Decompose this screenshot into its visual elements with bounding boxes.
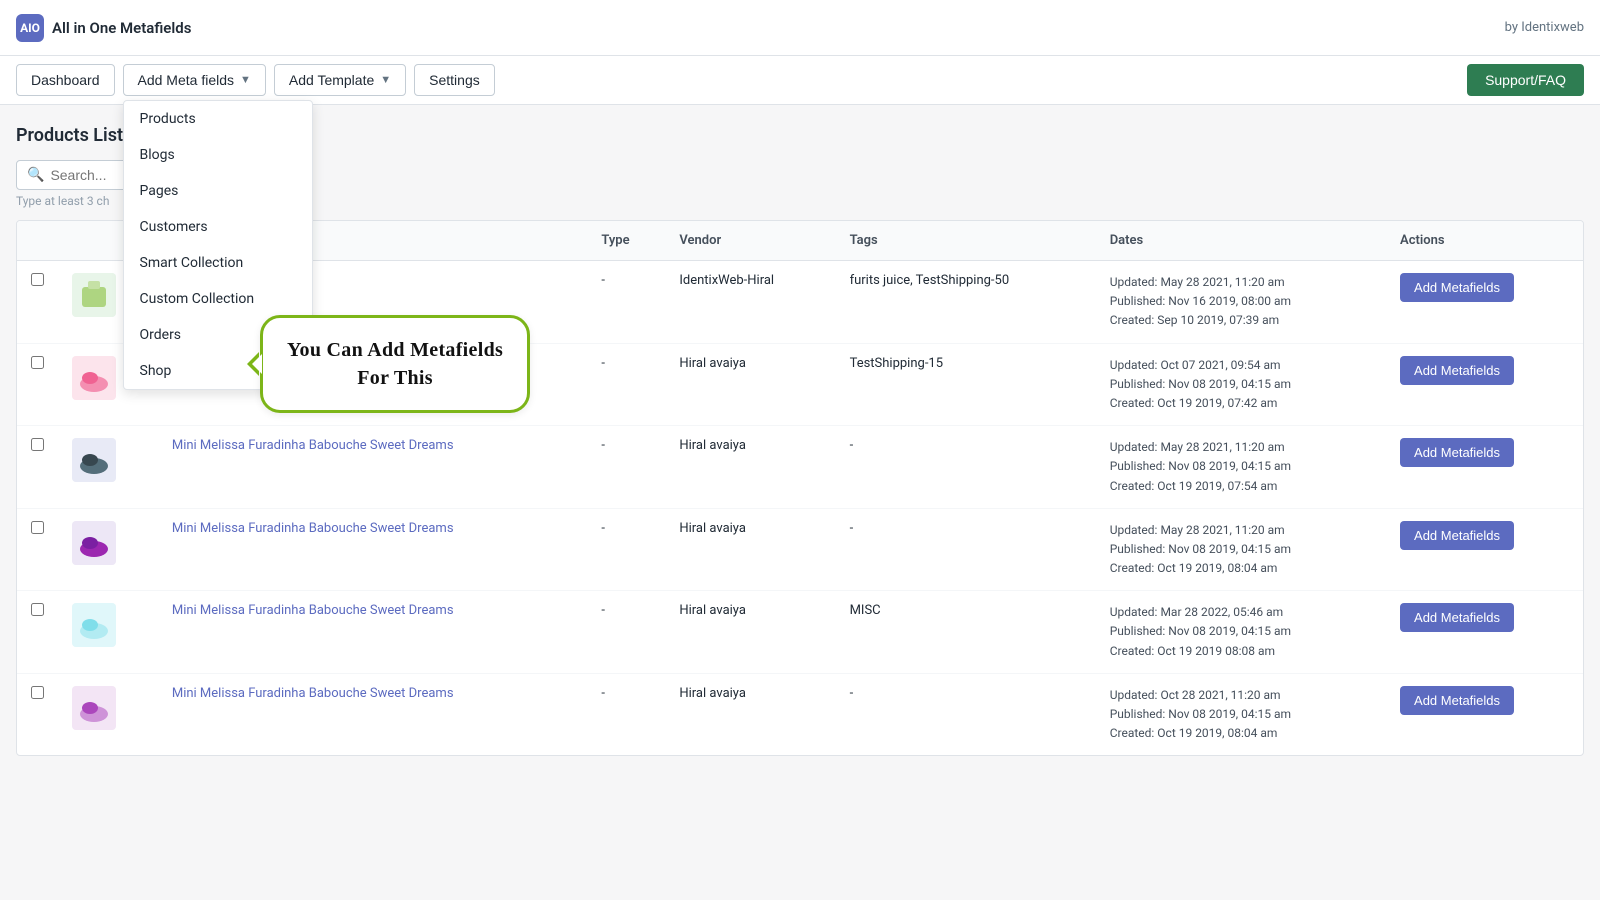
row-dates-cell: Updated: Oct 07 2021, 09:54 amPublished:…: [1096, 343, 1386, 426]
top-bar: AIO All in One Metafields by Identixweb: [0, 0, 1600, 56]
table-row: Mini Melissa Furadinha Babouche Sweet Dr…: [17, 591, 1583, 674]
table-row: Mini Melissa Furadinha Babouche Sweet Dr…: [17, 426, 1583, 509]
product-thumbnail: [72, 603, 116, 647]
row-thumb-cell: [58, 673, 158, 755]
row-type-cell: -: [587, 591, 665, 674]
add-meta-dropdown[interactable]: Add Meta fields ▼ Products Blogs Pages C…: [123, 64, 266, 96]
row-dates-cell: Updated: May 28 2021, 11:20 amPublished:…: [1096, 261, 1386, 344]
add-metafields-button[interactable]: Add Metafields: [1400, 438, 1514, 467]
row-checkbox[interactable]: [31, 603, 44, 616]
add-metafields-button[interactable]: Add Metafields: [1400, 521, 1514, 550]
product-thumbnail: [72, 686, 116, 730]
product-title-link[interactable]: Mini Melissa Furadinha Babouche Sweet Dr…: [172, 438, 454, 453]
menu-item-smart-collection[interactable]: Smart Collection: [124, 245, 312, 281]
product-title-link[interactable]: Mini Melissa Furadinha Babouche Sweet Dr…: [172, 686, 454, 701]
menu-item-custom-collection[interactable]: Custom Collection: [124, 281, 312, 317]
row-action-cell: Add Metafields: [1386, 261, 1583, 344]
row-type-cell: -: [587, 426, 665, 509]
settings-button[interactable]: Settings: [414, 64, 495, 96]
search-icon: 🔍: [27, 167, 44, 183]
row-checkbox[interactable]: [31, 356, 44, 369]
row-tags-cell: TestShipping-15: [836, 343, 1096, 426]
add-metafields-button[interactable]: Add Metafields: [1400, 273, 1514, 302]
row-title-cell: Mini Melissa Furadinha Babouche Sweet Dr…: [158, 508, 587, 591]
row-tags-cell: MISC: [836, 591, 1096, 674]
row-checkbox[interactable]: [31, 438, 44, 451]
row-title-cell: Mini Melissa Furadinha Babouche Sweet Dr…: [158, 673, 587, 755]
callout-text: You Can Add MetafieldsFor This: [287, 339, 503, 389]
row-tags-cell: -: [836, 426, 1096, 509]
chevron-down-icon: ▼: [380, 74, 391, 86]
menu-item-blogs[interactable]: Blogs: [124, 137, 312, 173]
row-title-cell: Mini Melissa Furadinha Babouche Sweet Dr…: [158, 426, 587, 509]
dashboard-button[interactable]: Dashboard: [16, 64, 115, 96]
add-metafields-button[interactable]: Add Metafields: [1400, 603, 1514, 632]
app-logo-text: All in One Metafields: [52, 19, 191, 37]
menu-item-products[interactable]: Products: [124, 101, 312, 137]
row-tags-cell: furits juice, TestShipping-50: [836, 261, 1096, 344]
row-title-cell: Mini Melissa Furadinha Babouche Sweet Dr…: [158, 591, 587, 674]
product-title-link[interactable]: Mini Melissa Furadinha Babouche Sweet Dr…: [172, 521, 454, 536]
product-thumbnail: [72, 438, 116, 482]
col-vendor: Vendor: [665, 221, 835, 261]
table-row: Mini Melissa Furadinha Babouche Sweet Dr…: [17, 673, 1583, 755]
chevron-down-icon: ▼: [240, 74, 251, 86]
row-dates-cell: Updated: May 28 2021, 11:20 amPublished:…: [1096, 508, 1386, 591]
menu-item-customers[interactable]: Customers: [124, 209, 312, 245]
row-checkbox-cell: [17, 343, 58, 426]
product-thumbnail: [72, 521, 116, 565]
by-label: by Identixweb: [1505, 20, 1584, 35]
row-checkbox-cell: [17, 508, 58, 591]
row-thumb-cell: [58, 426, 158, 509]
col-dates: Dates: [1096, 221, 1386, 261]
row-checkbox[interactable]: [31, 521, 44, 534]
row-dates-cell: Updated: May 28 2021, 11:20 amPublished:…: [1096, 426, 1386, 509]
row-vendor-cell: Hiral avaiya: [665, 508, 835, 591]
col-tags: Tags: [836, 221, 1096, 261]
row-checkbox[interactable]: [31, 686, 44, 699]
row-action-cell: Add Metafields: [1386, 591, 1583, 674]
row-tags-cell: -: [836, 508, 1096, 591]
callout-tooltip: You Can Add MetafieldsFor This: [260, 315, 530, 413]
row-action-cell: Add Metafields: [1386, 426, 1583, 509]
add-metafields-button[interactable]: Add Metafields: [1400, 356, 1514, 385]
row-vendor-cell: Hiral avaiya: [665, 426, 835, 509]
row-thumb-cell: [58, 591, 158, 674]
product-thumbnail: [72, 356, 116, 400]
app-logo: AIO All in One Metafields: [16, 14, 191, 42]
add-template-button[interactable]: Add Template ▼: [274, 64, 406, 96]
table-row: Mini Melissa Furadinha Babouche Sweet Dr…: [17, 508, 1583, 591]
row-thumb-cell: [58, 508, 158, 591]
row-action-cell: Add Metafields: [1386, 508, 1583, 591]
row-type-cell: -: [587, 508, 665, 591]
row-checkbox-cell: [17, 673, 58, 755]
row-action-cell: Add Metafields: [1386, 343, 1583, 426]
row-checkbox-cell: [17, 426, 58, 509]
add-metafields-button[interactable]: Add Metafields: [1400, 686, 1514, 715]
row-action-cell: Add Metafields: [1386, 673, 1583, 755]
row-type-cell: -: [587, 673, 665, 755]
row-tags-cell: -: [836, 673, 1096, 755]
row-vendor-cell: Hiral avaiya: [665, 343, 835, 426]
row-dates-cell: Updated: Mar 28 2022, 05:46 amPublished:…: [1096, 591, 1386, 674]
row-vendor-cell: Hiral avaiya: [665, 673, 835, 755]
support-button[interactable]: Support/FAQ: [1467, 64, 1584, 96]
row-vendor-cell: Hiral avaiya: [665, 591, 835, 674]
add-meta-button[interactable]: Add Meta fields ▼: [123, 64, 266, 96]
col-type: Type: [587, 221, 665, 261]
row-checkbox-cell: [17, 591, 58, 674]
col-actions: Actions: [1386, 221, 1583, 261]
row-checkbox-cell: [17, 261, 58, 344]
row-type-cell: -: [587, 261, 665, 344]
row-checkbox[interactable]: [31, 273, 44, 286]
col-checkbox: [17, 221, 58, 261]
row-type-cell: -: [587, 343, 665, 426]
nav-bar: Dashboard Add Meta fields ▼ Products Blo…: [0, 56, 1600, 105]
app-logo-icon: AIO: [16, 14, 44, 42]
product-title-link[interactable]: Mini Melissa Furadinha Babouche Sweet Dr…: [172, 603, 454, 618]
product-thumbnail: [72, 273, 116, 317]
row-vendor-cell: IdentixWeb-Hiral: [665, 261, 835, 344]
row-dates-cell: Updated: Oct 28 2021, 11:20 amPublished:…: [1096, 673, 1386, 755]
menu-item-pages[interactable]: Pages: [124, 173, 312, 209]
